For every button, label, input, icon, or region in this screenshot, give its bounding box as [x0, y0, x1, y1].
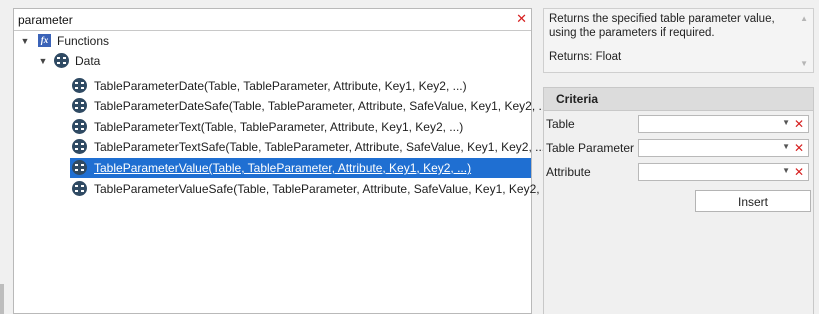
- tree-node-label: Data: [75, 54, 101, 68]
- function-item-label: TableParameterDateSafe(Table, TableParam…: [94, 99, 553, 113]
- function-tree-panel: ✕ ▼ fx Functions ▼ Data TableParameterDa…: [13, 8, 557, 314]
- function-item-label: TableParameterText(Table, TableParameter…: [94, 120, 464, 134]
- chevron-down-icon[interactable]: ▼: [38, 51, 48, 71]
- description-panel: Returns the specified table parameter va…: [543, 8, 814, 73]
- function-item[interactable]: TableParameterTextSafe(Table, TableParam…: [70, 137, 549, 157]
- chevron-down-icon[interactable]: ▼: [20, 31, 30, 51]
- function-icon: [72, 98, 87, 113]
- function-item-label: TableParameterDate(Table, TableParameter…: [94, 79, 467, 93]
- clear-icon[interactable]: ✕: [794, 117, 804, 131]
- function-icon: [72, 78, 87, 93]
- tree-node-functions[interactable]: ▼ fx Functions: [14, 31, 531, 51]
- clear-search-icon[interactable]: ✕: [516, 12, 527, 26]
- function-icon: [72, 139, 87, 154]
- table-parameter-label: Table Parameter: [546, 141, 635, 155]
- function-group-icon: [54, 53, 69, 68]
- dropdown-arrow-icon[interactable]: ▼: [782, 166, 790, 175]
- function-item[interactable]: TableParameterValueSafe(Table, TablePara…: [70, 179, 557, 199]
- dropdown-arrow-icon[interactable]: ▼: [782, 118, 790, 127]
- function-icon: [72, 160, 87, 175]
- fx-icon: fx: [38, 34, 51, 47]
- scroll-down-icon[interactable]: ▼: [800, 59, 808, 68]
- criteria-panel: Criteria Table ▼ ✕ Table Parameter ▼ ✕ A…: [543, 87, 814, 314]
- table-label: Table: [546, 117, 575, 131]
- function-item-selected[interactable]: TableParameterValue(Table, TableParamete…: [70, 158, 531, 178]
- tree-node-data[interactable]: ▼ Data: [14, 51, 531, 71]
- table-combo[interactable]: ▼ ✕: [638, 115, 809, 133]
- function-item[interactable]: TableParameterText(Table, TableParameter…: [70, 117, 531, 137]
- function-icon: [72, 181, 87, 196]
- function-item[interactable]: TableParameterDateSafe(Table, TableParam…: [70, 96, 552, 116]
- function-item-label: TableParameterValueSafe(Table, TablePara…: [94, 182, 557, 196]
- tree-node-label: Functions: [57, 34, 110, 48]
- returns-text: Returns: Float: [549, 51, 622, 63]
- attribute-combo[interactable]: ▼ ✕: [638, 163, 809, 181]
- description-text: Returns the specified table parameter va…: [549, 13, 775, 39]
- insert-button[interactable]: Insert: [695, 190, 811, 212]
- function-item-label: TableParameterValue(Table, TableParamete…: [94, 161, 472, 175]
- table-parameter-combo[interactable]: ▼ ✕: [638, 139, 809, 157]
- attribute-label: Attribute: [546, 165, 591, 179]
- search-input[interactable]: [18, 11, 508, 28]
- search-bar: ✕: [14, 9, 531, 31]
- function-item-label: TableParameterTextSafe(Table, TableParam…: [94, 140, 550, 154]
- function-item[interactable]: TableParameterDate(Table, TableParameter…: [70, 76, 531, 96]
- function-icon: [72, 119, 87, 134]
- criteria-header: Criteria: [544, 88, 813, 111]
- clear-icon[interactable]: ✕: [794, 141, 804, 155]
- left-edge-scrollbar[interactable]: [0, 284, 4, 314]
- criteria-title: Criteria: [556, 92, 599, 106]
- scroll-up-icon[interactable]: ▲: [800, 14, 808, 23]
- dropdown-arrow-icon[interactable]: ▼: [782, 142, 790, 151]
- clear-icon[interactable]: ✕: [794, 165, 804, 179]
